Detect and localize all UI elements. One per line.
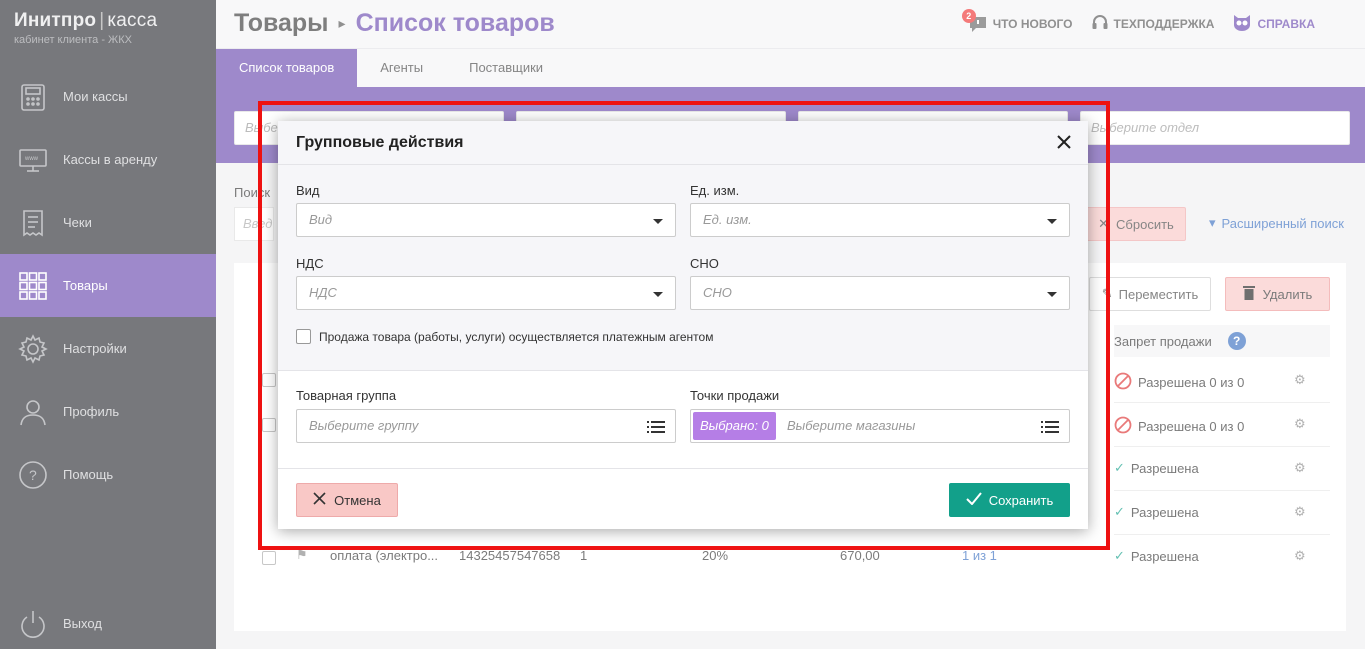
goods-group-placeholder: Выберите группу: [309, 418, 419, 433]
unit-select[interactable]: Ед. изм.: [690, 203, 1070, 237]
sale-points-placeholder: Выберите магазины: [787, 418, 916, 433]
vat-label: НДС: [296, 256, 324, 271]
list-icon[interactable]: [1041, 420, 1059, 437]
unit-placeholder: Ед. изм.: [703, 212, 752, 227]
goods-group-label: Товарная группа: [296, 388, 397, 403]
sale-points-input[interactable]: Выбрано: 0 Выберите магазины: [690, 409, 1070, 443]
kind-select[interactable]: Вид: [296, 203, 676, 237]
modal-section-grouping: Товарная группа Выберите группу Точки пр…: [278, 371, 1088, 469]
payment-agent-label: Продажа товара (работы, услуги) осуществ…: [319, 329, 714, 344]
vat-select[interactable]: НДС: [296, 276, 676, 310]
vat-placeholder: НДС: [309, 285, 337, 300]
close-icon[interactable]: [1054, 132, 1074, 152]
sno-placeholder: СНО: [703, 285, 732, 300]
kind-placeholder: Вид: [309, 212, 333, 227]
save-button[interactable]: Сохранить: [949, 483, 1070, 517]
list-icon[interactable]: [647, 420, 665, 437]
cancel-label: Отмена: [334, 492, 381, 508]
caret-down-icon: [1047, 219, 1057, 224]
unit-label: Ед. изм.: [690, 183, 740, 198]
payment-agent-option: Продажа товара (работы, услуги) осуществ…: [296, 329, 713, 344]
check-icon: [965, 492, 982, 508]
modal-title: Групповые действия: [296, 134, 464, 151]
close-icon: [313, 492, 326, 508]
kind-label: Вид: [296, 183, 320, 198]
sno-label: СНО: [690, 256, 719, 271]
goods-group-input[interactable]: Выберите группу: [296, 409, 676, 443]
sale-points-label: Точки продажи: [690, 388, 780, 403]
caret-down-icon: [653, 219, 663, 224]
caret-down-icon: [653, 292, 663, 297]
group-actions-modal: Групповые действия Вид Вид Ед. изм. Ед. …: [278, 121, 1088, 529]
modal-section-attributes: Вид Вид Ед. изм. Ед. изм. НДС НДС СНО СН…: [278, 165, 1088, 371]
selected-count-chip: Выбрано: 0: [693, 412, 776, 440]
sno-select[interactable]: СНО: [690, 276, 1070, 310]
modal-header: Групповые действия: [278, 121, 1088, 165]
cancel-button[interactable]: Отмена: [296, 483, 398, 517]
caret-down-icon: [1047, 292, 1057, 297]
save-label: Сохранить: [988, 492, 1054, 508]
payment-agent-checkbox[interactable]: [296, 329, 311, 344]
